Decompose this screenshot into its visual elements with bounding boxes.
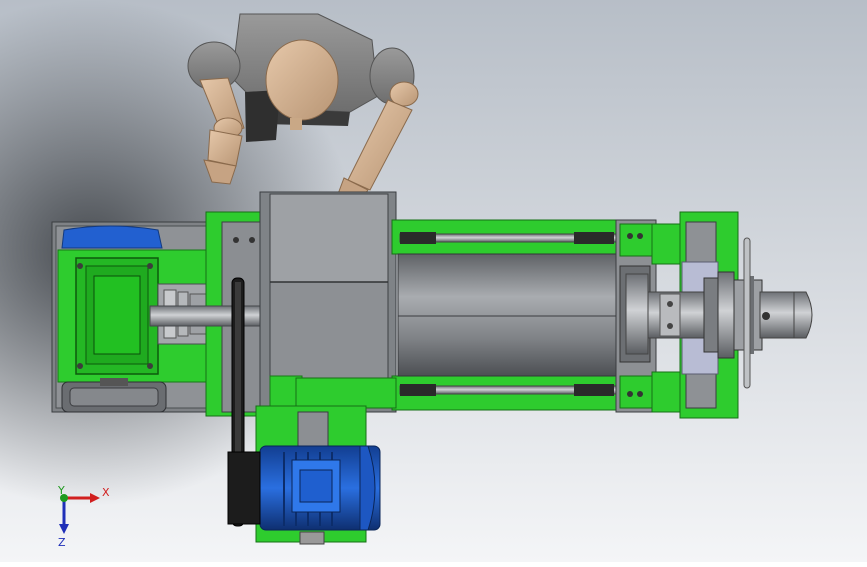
gearbox-top-flange <box>61 225 163 249</box>
press-cage-drum <box>397 253 621 377</box>
outlet-nose-cone <box>793 291 813 339</box>
assembly-canvas[interactable]: X Y Z <box>0 0 867 562</box>
x-axis-label: X <box>102 486 110 499</box>
motor-pulley <box>227 451 261 525</box>
cad-viewport[interactable]: X Y Z <box>0 0 867 562</box>
mannequin-left-forearm <box>207 129 243 167</box>
mannequin-head <box>265 39 339 121</box>
y-axis-label: Y <box>57 484 65 497</box>
adjusting-handle[interactable] <box>743 237 751 389</box>
z-axis-label: Z <box>58 536 66 549</box>
